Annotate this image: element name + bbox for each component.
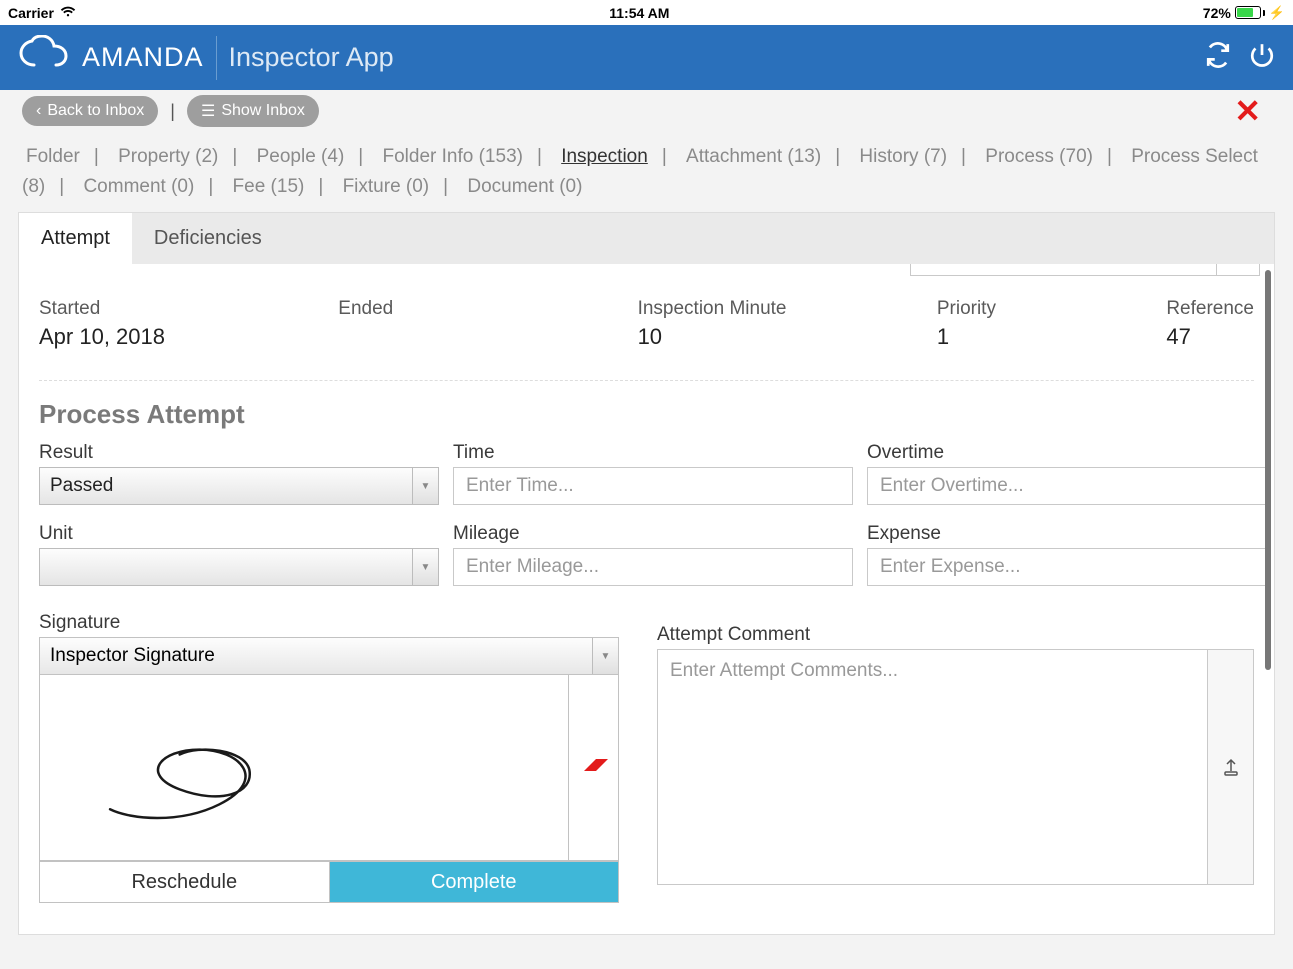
crumb-folder[interactable]: Folder [22, 146, 84, 167]
carrier-label: Carrier [8, 5, 54, 21]
result-value: Passed [50, 475, 113, 497]
time-input[interactable] [453, 467, 853, 505]
section-title: Process Attempt [39, 399, 1254, 430]
crumb-fee[interactable]: Fee (15) [229, 176, 309, 197]
crumb-attachment[interactable]: Attachment (13) [682, 146, 825, 167]
toolbar: ‹ Back to Inbox | ☰ Show Inbox ✕ [0, 90, 1293, 132]
reference-label: Reference [1166, 298, 1254, 320]
result-select[interactable]: Passed ▼ [39, 467, 439, 505]
chevron-down-icon: ▼ [421, 481, 431, 492]
mileage-input[interactable] [453, 548, 853, 586]
inspection-minute-label: Inspection Minute [638, 298, 897, 320]
show-inbox-button[interactable]: ☰ Show Inbox [187, 95, 319, 127]
reschedule-button[interactable]: Reschedule [40, 862, 330, 902]
signature-select-value: Inspector Signature [50, 645, 215, 667]
priority-value: 1 [937, 324, 1126, 350]
close-icon[interactable]: ✕ [1234, 92, 1261, 130]
crumb-document[interactable]: Document (0) [463, 176, 586, 197]
tab-attempt[interactable]: Attempt [19, 213, 132, 264]
device-status-bar: Carrier 11:54 AM 72% ⚡ [0, 0, 1293, 25]
overtime-input[interactable] [867, 467, 1267, 505]
wifi-icon [60, 5, 76, 21]
signature-canvas[interactable] [40, 675, 568, 860]
signature-type-select[interactable]: Inspector Signature ▼ [39, 637, 619, 675]
back-label: Back to Inbox [47, 102, 144, 120]
refresh-icon[interactable] [1205, 42, 1231, 73]
chevron-down-icon: ▼ [421, 562, 431, 573]
battery-icon [1235, 6, 1265, 19]
chevron-down-icon: ▼ [601, 651, 611, 662]
cloud-logo-icon [18, 35, 72, 80]
back-to-inbox-button[interactable]: ‹ Back to Inbox [22, 96, 158, 126]
crumb-property[interactable]: Property (2) [114, 146, 222, 167]
attempt-panel: Started Apr 10, 2018 Ended Inspection Mi… [19, 264, 1274, 934]
app-header: AMANDA Inspector App [0, 25, 1293, 90]
comment-side-button[interactable] [1207, 650, 1253, 884]
crumb-fixture[interactable]: Fixture (0) [339, 176, 434, 197]
signature-label: Signature [39, 612, 619, 634]
clipped-field-cap [1216, 264, 1260, 276]
attempt-comment-label: Attempt Comment [657, 624, 1254, 646]
complete-button[interactable]: Complete [330, 862, 619, 902]
status-time: 11:54 AM [76, 5, 1203, 21]
crumb-folder-info[interactable]: Folder Info (153) [379, 146, 527, 167]
result-label: Result [39, 442, 439, 464]
menu-icon: ☰ [201, 101, 215, 121]
clipped-field [910, 264, 1240, 276]
unit-select[interactable]: ▼ [39, 548, 439, 586]
tab-bar: Attempt Deficiencies [19, 213, 1274, 264]
crumb-comment[interactable]: Comment (0) [79, 176, 198, 197]
charging-icon: ⚡ [1269, 5, 1285, 21]
inspection-minute-value: 10 [638, 324, 897, 350]
app-title: Inspector App [229, 42, 394, 73]
scrollbar[interactable] [1265, 270, 1271, 670]
started-value: Apr 10, 2018 [39, 324, 298, 350]
eraser-icon[interactable] [578, 753, 610, 782]
brand-text: AMANDA [82, 42, 204, 73]
mileage-label: Mileage [453, 523, 853, 545]
section-nav: Folder| Property (2)| People (4)| Folder… [0, 132, 1293, 212]
battery-percent: 72% [1203, 5, 1231, 21]
time-label: Time [453, 442, 853, 464]
form-grid: Result Passed ▼ Time Overtime Unit [39, 442, 1254, 594]
power-icon[interactable] [1249, 42, 1275, 73]
expense-label: Expense [867, 523, 1267, 545]
unit-label: Unit [39, 523, 439, 545]
attempt-comment-input[interactable] [658, 650, 1207, 884]
overtime-label: Overtime [867, 442, 1267, 464]
tab-deficiencies[interactable]: Deficiencies [132, 213, 284, 264]
started-label: Started [39, 298, 298, 320]
show-label: Show Inbox [221, 102, 305, 120]
expense-input[interactable] [867, 548, 1267, 586]
ended-label: Ended [338, 298, 597, 320]
crumb-people[interactable]: People (4) [253, 146, 349, 167]
chevron-left-icon: ‹ [36, 102, 41, 120]
crumb-history[interactable]: History (7) [855, 146, 951, 167]
crumb-process[interactable]: Process (70) [981, 146, 1097, 167]
crumb-inspection[interactable]: Inspection [557, 146, 652, 167]
reference-value: 47 [1166, 324, 1254, 350]
priority-label: Priority [937, 298, 1126, 320]
toolbar-separator: | [170, 101, 175, 122]
content-area: Attempt Deficiencies Started Apr 10, 201… [18, 212, 1275, 935]
attempt-info-row: Started Apr 10, 2018 Ended Inspection Mi… [39, 284, 1254, 381]
